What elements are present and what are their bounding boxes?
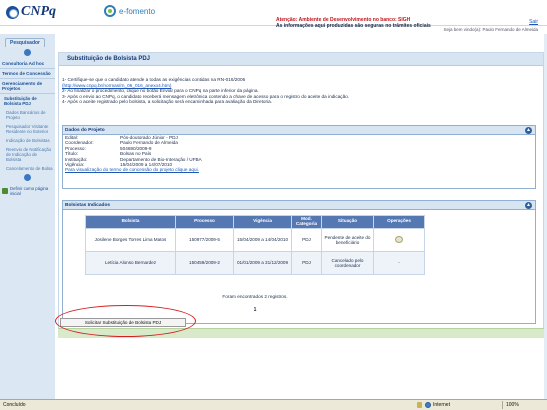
zoom-level[interactable]: 100% bbox=[506, 402, 519, 408]
status-separator bbox=[502, 401, 503, 409]
security-zone[interactable]: Internet bbox=[425, 402, 450, 408]
efomento-icon bbox=[104, 5, 116, 17]
table-row: Josilene Borges Torres Lima Matos 150977… bbox=[85, 227, 425, 252]
set-home-link[interactable]: Definir como página inicial bbox=[0, 184, 55, 199]
instructions: 1- Certifique-se que o candidato atende … bbox=[62, 77, 532, 105]
col-mod-categoria: Mod. Categoria bbox=[291, 215, 322, 229]
col-situacao: Situação bbox=[321, 215, 374, 229]
scroll-down-icon[interactable] bbox=[24, 174, 31, 181]
alert-line-2: As informações aqui produzidas são segur… bbox=[276, 23, 431, 29]
collapse-icon[interactable]: ▲ bbox=[525, 202, 532, 209]
pagination-page[interactable]: 1 bbox=[85, 307, 425, 313]
main-content: Substituição de Bolsista PDJ 1- Certifiq… bbox=[58, 52, 544, 338]
side-nav: Consultoria Ad hoc Termos de Concessão G… bbox=[0, 48, 55, 199]
operation-icon[interactable] bbox=[395, 235, 403, 243]
cnpq-logo[interactable]: CNPq bbox=[6, 4, 56, 20]
nav-item-dados-bancarios[interactable]: Dados Bancários de Projeto bbox=[0, 108, 55, 122]
nav-item-reenvio[interactable]: Reenvio de Notificação de Indicação de B… bbox=[0, 145, 55, 164]
records-found-text: Foram encontrados 2 registros. bbox=[222, 294, 288, 299]
collapse-icon[interactable]: ▲ bbox=[525, 127, 532, 134]
page-title-bar: Substituição de Bolsista PDJ bbox=[59, 53, 543, 66]
col-vigencia: Vigência bbox=[233, 215, 292, 229]
tab-pesquisador[interactable]: Pesquisador bbox=[5, 38, 45, 47]
zone-label: Internet bbox=[433, 402, 450, 408]
efomento-logo[interactable]: e-fomento bbox=[104, 5, 155, 17]
logout-link[interactable]: Sair bbox=[529, 19, 538, 25]
cell-mod-categoria: PDJ bbox=[291, 250, 322, 275]
cell-processo: 150459/2009-2 bbox=[175, 250, 234, 275]
col-bolsista: Bolsista bbox=[85, 215, 176, 229]
cell-bolsista: Letícia Alonso Bernardez bbox=[85, 250, 176, 275]
lock-icon bbox=[417, 402, 422, 408]
status-text: Concluído bbox=[3, 402, 26, 408]
cell-vigencia: 01/01/2009 a 31/12/2009 bbox=[233, 250, 292, 275]
cell-operacoes: - bbox=[373, 250, 425, 275]
bolsistas-panel: Bolsistas Indicados ▲ Bolsista Processo … bbox=[62, 200, 536, 324]
page-title: Substituição de Bolsista PDJ bbox=[67, 56, 151, 62]
project-panel-header: Dados do Projeto ▲ bbox=[63, 126, 535, 135]
browser-status-bar: Concluído Internet 100% bbox=[0, 399, 547, 410]
footer-bar bbox=[58, 328, 544, 338]
cell-situacao: Cancelado pelo coordenador bbox=[321, 250, 374, 275]
globe-icon bbox=[425, 402, 431, 408]
nav-section-termos[interactable]: Termos de Concessão bbox=[0, 69, 55, 79]
cell-situacao: Pendente de aceite do beneficiário bbox=[321, 227, 374, 252]
col-processo: Processo bbox=[175, 215, 234, 229]
welcome-text: Seja bem vindo(a): Paulo Fernando de Alm… bbox=[443, 27, 538, 32]
cell-vigencia: 15/04/2009 a 14/04/2010 bbox=[233, 227, 292, 252]
nav-item-indicacao[interactable]: Indicação de Bolsistas bbox=[0, 136, 55, 145]
table-header-row: Bolsista Processo Vigência Mod. Categori… bbox=[85, 215, 425, 229]
table-row: Letícia Alonso Bernardez 150459/2009-2 0… bbox=[85, 250, 425, 275]
nav-item-cancelamento[interactable]: Cancelamento de Bolsa bbox=[0, 164, 55, 173]
termo-concessao-link[interactable]: Para visualização do termo de concessão … bbox=[63, 167, 199, 172]
app-header: CNPq e-fomento Atenção: Ambiente de Dese… bbox=[0, 0, 547, 29]
home-icon bbox=[2, 188, 8, 194]
bolsistas-table: Bolsista Processo Vigência Mod. Categori… bbox=[85, 215, 425, 275]
cell-processo: 150977/2009-5 bbox=[175, 227, 234, 252]
efomento-logo-text: e-fomento bbox=[119, 6, 156, 16]
set-home-label: Definir como página inicial bbox=[10, 186, 49, 196]
bolsistas-panel-title: Bolsistas Indicados bbox=[65, 203, 111, 208]
nav-section-gerenciamento[interactable]: Gerenciamento de Projetos bbox=[0, 79, 55, 94]
environment-alert: Atenção: Ambiente de Desenvolvimento no … bbox=[276, 17, 431, 29]
cnpq-logo-text: CNPq bbox=[21, 4, 56, 19]
nav-item-substituicao[interactable]: Substituição de Bolsista PDJ bbox=[0, 94, 55, 108]
project-panel: Dados do Projeto ▲ Edital: Pós-doutorado … bbox=[62, 125, 536, 189]
cell-mod-categoria: PDJ bbox=[291, 227, 322, 252]
gear-icon bbox=[24, 49, 31, 56]
instruction-4: 4- Após o aceite registrado pelo bolsist… bbox=[62, 99, 273, 105]
project-panel-title: Dados do Projeto bbox=[65, 128, 105, 133]
cell-bolsista: Josilene Borges Torres Lima Matos bbox=[85, 227, 176, 252]
col-operacoes: Operações bbox=[373, 215, 425, 229]
cnpq-emblem-icon bbox=[6, 5, 19, 19]
nav-section-consultoria[interactable]: Consultoria Ad hoc bbox=[0, 59, 55, 69]
rn-link[interactable]: (http://www.cnpq.br/normas/rn_06_016_ane… bbox=[62, 83, 171, 88]
bolsistas-panel-header: Bolsistas Indicados ▲ bbox=[63, 201, 535, 210]
cell-operacoes bbox=[373, 227, 425, 252]
solicitar-substituicao-button[interactable]: Solicitar Substituição de Bolsista PDJ bbox=[60, 318, 186, 327]
nav-item-pesquisador-visitante[interactable]: Pesquisador Visitante Residente no Exter… bbox=[0, 122, 55, 136]
